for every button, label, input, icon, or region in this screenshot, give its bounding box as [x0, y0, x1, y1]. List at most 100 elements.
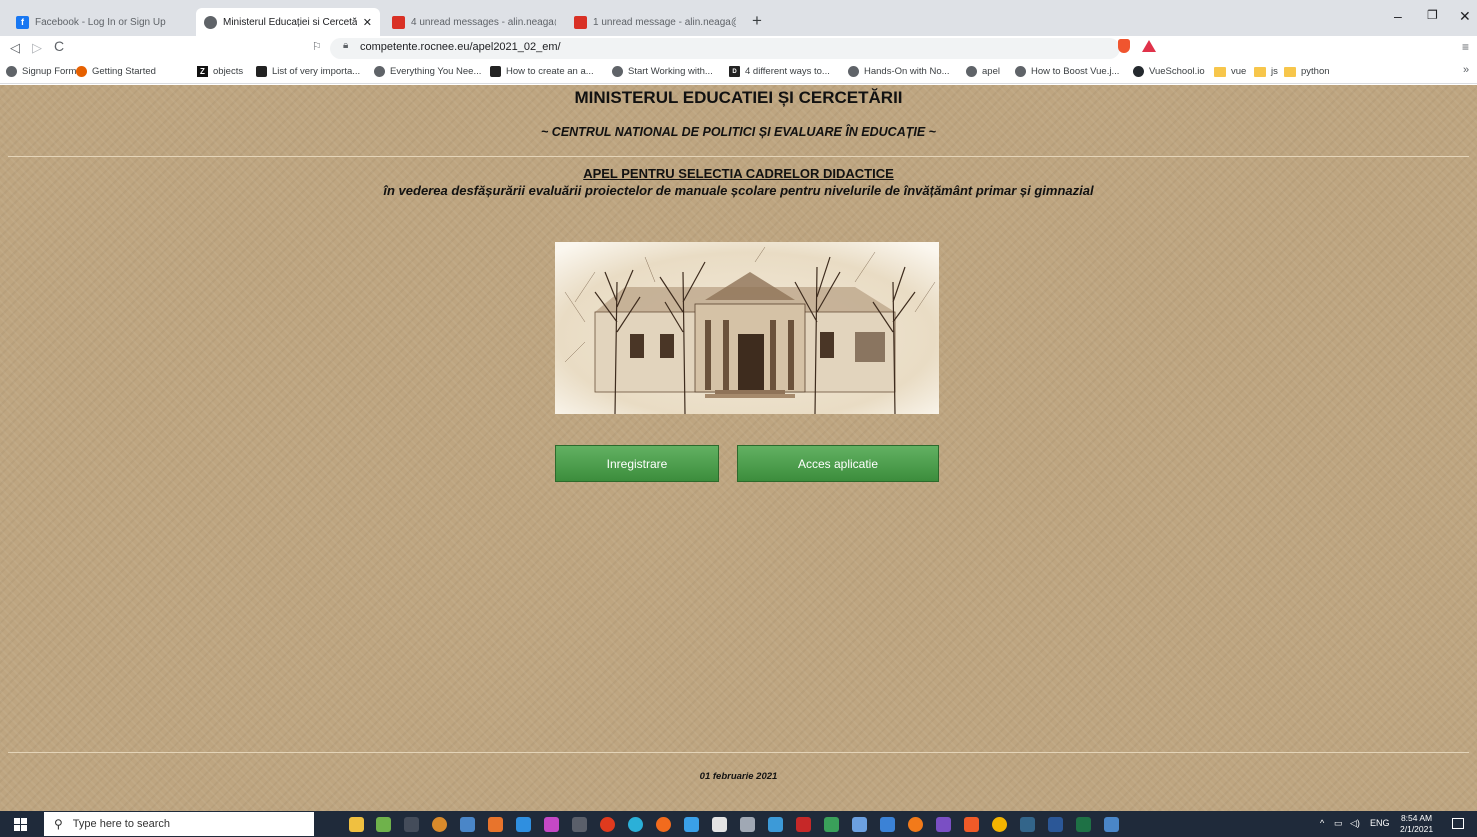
folder-icon: [1214, 66, 1226, 77]
bookmark-item[interactable]: D 4 different ways to...: [729, 66, 830, 77]
tray-chevron-icon[interactable]: ^: [1320, 818, 1324, 828]
tab-ministerul[interactable]: Ministerul Educației si Cercetării ✕: [196, 8, 380, 36]
word-icon[interactable]: [1048, 817, 1063, 832]
new-tab-button[interactable]: +: [752, 12, 762, 30]
divider: [8, 752, 1469, 753]
bookmark-item[interactable]: Hands-On with No...: [848, 66, 950, 77]
app-icon[interactable]: [544, 817, 559, 832]
firefox-icon[interactable]: [908, 817, 923, 832]
opera-icon[interactable]: [600, 817, 615, 832]
taskbar-search-box[interactable]: ⚲ Type here to search: [44, 812, 314, 836]
vscode-icon[interactable]: [516, 817, 531, 832]
lock-icon[interactable]: 🔒︎: [343, 40, 348, 51]
app-icon[interactable]: [656, 817, 671, 832]
reload-icon[interactable]: C: [54, 38, 64, 54]
folder-icon: [1284, 66, 1296, 77]
bookmark-label: VueSchool.io: [1149, 66, 1205, 77]
bookmark-item[interactable]: How to Boost Vue.j...: [1015, 66, 1119, 77]
call-subtitle: în vederea desfășurării evaluării proiec…: [383, 183, 1094, 198]
app-icon[interactable]: [488, 817, 503, 832]
search-placeholder: Type here to search: [72, 818, 171, 830]
tab-mail-4[interactable]: 4 unread messages - alin.neaga@rocnee: [384, 8, 564, 36]
bookmark-label: Everything You Nee...: [390, 66, 482, 77]
remote-desktop-icon[interactable]: [460, 817, 475, 832]
github-icon: [1133, 66, 1144, 77]
register-button[interactable]: Inregistrare: [555, 445, 719, 482]
globe-icon: [966, 66, 977, 77]
app-icon[interactable]: [880, 817, 895, 832]
bookmark-label: List of very importa...: [272, 66, 361, 77]
bookmark-label: python: [1301, 66, 1330, 77]
volume-icon[interactable]: ◁): [1350, 818, 1360, 829]
app-icon[interactable]: [712, 817, 727, 832]
call-title: APEL PENTRU SELECTIA CADRELOR DIDACTICE: [583, 166, 894, 181]
file-explorer-icon[interactable]: [349, 817, 364, 832]
app-icon[interactable]: [768, 817, 783, 832]
bookmark-label: How to create an a...: [506, 66, 594, 77]
excel-icon[interactable]: [1076, 817, 1091, 832]
bookmark-item[interactable]: Start Working with...: [612, 66, 713, 77]
bookmark-label: apel: [982, 66, 1000, 77]
globe-icon: [848, 66, 859, 77]
brave-rewards-icon[interactable]: [1142, 40, 1156, 52]
browser-tab-strip: f Facebook - Log In or Sign Up Ministeru…: [0, 0, 1477, 36]
close-window-icon[interactable]: ✕: [1459, 8, 1471, 25]
edge-icon[interactable]: [628, 817, 643, 832]
firefox-icon: [76, 66, 87, 77]
remote-desktop-icon[interactable]: [1104, 817, 1119, 832]
app-icon[interactable]: [852, 817, 867, 832]
tab-mail-1[interactable]: 1 unread message - alin.neaga@rocnee: [566, 8, 744, 36]
bookmark-item[interactable]: Zobjects: [197, 66, 243, 77]
app-icon[interactable]: [432, 817, 447, 832]
bookmark-item[interactable]: Signup Form: [6, 66, 76, 77]
divider: [8, 156, 1469, 157]
close-tab-icon[interactable]: ✕: [357, 16, 372, 29]
access-application-button[interactable]: Acces aplicatie: [737, 445, 939, 482]
language-indicator[interactable]: ENG: [1370, 818, 1390, 828]
notepad-icon[interactable]: [376, 817, 391, 832]
windows-start-icon[interactable]: [14, 818, 28, 831]
bookmark-label: Signup Form: [22, 66, 77, 77]
page-subheading: ~ CENTRUL NATIONAL DE POLITICI ȘI EVALUA…: [541, 125, 936, 139]
bookmark-item[interactable]: Everything You Nee...: [374, 66, 481, 77]
chrome-icon[interactable]: [992, 817, 1007, 832]
bookmark-item[interactable]: List of very importa...: [256, 66, 360, 77]
bookmark-icon[interactable]: ⚐: [312, 40, 322, 53]
tab-title: 1 unread message - alin.neaga@rocnee: [593, 16, 736, 28]
tab-title: Ministerul Educației si Cercetării: [223, 16, 357, 28]
bookmark-folder[interactable]: js: [1254, 66, 1278, 77]
forward-icon[interactable]: ▷: [32, 40, 42, 56]
tab-title: Facebook - Log In or Sign Up: [35, 16, 166, 28]
app-icon[interactable]: [572, 817, 587, 832]
tab-facebook[interactable]: f Facebook - Log In or Sign Up: [8, 8, 192, 36]
back-icon[interactable]: ◁: [10, 40, 20, 56]
bookmark-folder[interactable]: python: [1284, 66, 1330, 77]
app-icon[interactable]: [936, 817, 951, 832]
bookmarks-bar: Signup Form Getting Started Zobjects Lis…: [0, 62, 1477, 84]
bookmarks-more-icon[interactable]: »: [1463, 64, 1469, 76]
globe-icon: [374, 66, 385, 77]
menu-icon[interactable]: ≡: [1462, 40, 1469, 54]
minimize-icon[interactable]: –: [1394, 8, 1402, 24]
app-icon[interactable]: [684, 817, 699, 832]
bookmark-folder[interactable]: vue: [1214, 66, 1246, 77]
mail-icon: [392, 15, 405, 29]
brave-icon[interactable]: [964, 817, 979, 832]
network-icon[interactable]: ▭: [1334, 818, 1343, 829]
notification-icon[interactable]: [1452, 818, 1464, 829]
bookmark-item[interactable]: Getting Started: [76, 66, 156, 77]
brave-shield-icon[interactable]: [1118, 39, 1130, 53]
filezilla-icon[interactable]: [796, 817, 811, 832]
taskbar-clock[interactable]: 8:54 AM 2/1/2021: [1400, 813, 1433, 835]
app-icon[interactable]: [740, 817, 755, 832]
page-heading: MINISTERUL EDUCATIEI ȘI CERCETĂRII: [574, 88, 903, 107]
url-text[interactable]: competente.rocnee.eu/apel2021_02_em/: [360, 41, 561, 53]
terminal-icon[interactable]: [404, 817, 419, 832]
bookmark-item[interactable]: How to create an a...: [490, 66, 594, 77]
restore-icon[interactable]: ❐: [1427, 8, 1438, 22]
globe-icon: [1015, 66, 1026, 77]
postgres-icon[interactable]: [1020, 817, 1035, 832]
bookmark-item[interactable]: VueSchool.io: [1133, 66, 1205, 77]
app-icon[interactable]: [824, 817, 839, 832]
bookmark-item[interactable]: apel: [966, 66, 1000, 77]
